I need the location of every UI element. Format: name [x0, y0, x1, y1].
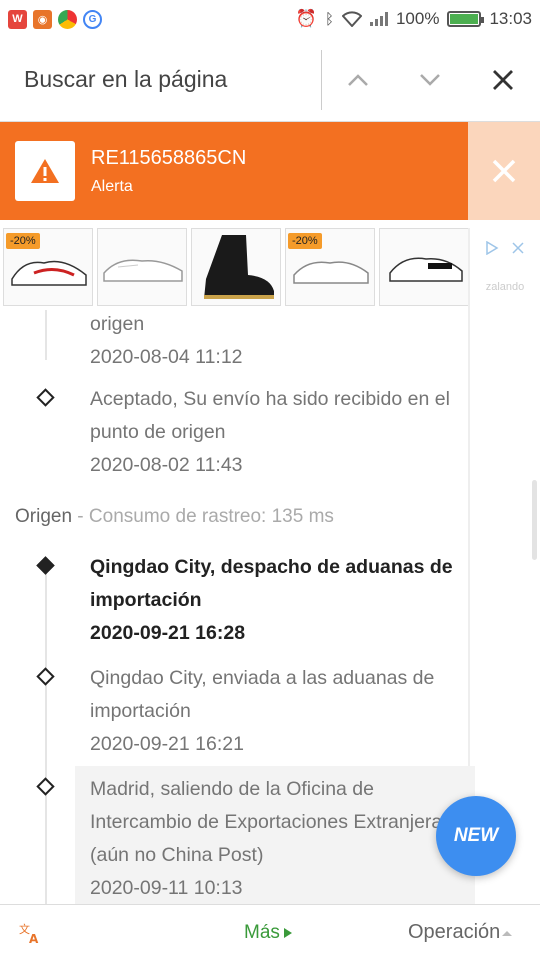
wifi-icon — [341, 11, 362, 27]
status-indicators: ⏰ ᛒ 100% 13:03 — [296, 9, 532, 29]
ad-product-4[interactable]: -20% — [285, 228, 375, 306]
alert-icon-box — [15, 141, 75, 201]
section-name: Origen — [15, 506, 73, 527]
section-header: Origen - Consumo de rastreo: 135 ms — [15, 506, 334, 528]
chrome-icon — [58, 9, 77, 29]
play-arrow-icon — [283, 927, 292, 938]
warning-icon — [31, 159, 59, 183]
ad-product-2[interactable] — [97, 228, 187, 306]
timeline-dot — [36, 777, 55, 796]
svg-text:A: A — [29, 932, 39, 944]
event-description: origen — [90, 313, 145, 335]
event-time: 2020-09-21 16:28 — [90, 622, 246, 644]
ad-product-5[interactable] — [379, 228, 469, 306]
bottom-toolbar: 文A Más Operación — [0, 904, 540, 960]
timeline-event-current: Qingdao City, despacho de aduanas de imp… — [90, 551, 475, 650]
event-time: 2020-09-11 10:13 — [90, 877, 243, 899]
chevron-up-icon — [348, 73, 368, 86]
new-badge-button[interactable]: NEW — [436, 796, 516, 876]
timeline-line — [45, 572, 47, 904]
orange-app-icon: ◉ — [33, 9, 52, 29]
sneaker-image — [103, 259, 183, 282]
bluetooth-icon: ᛒ — [324, 10, 334, 28]
more-button[interactable]: Más — [244, 922, 292, 944]
timeline-line — [45, 310, 47, 360]
event-description: Madrid, saliendo de la Oficina de Interc… — [90, 778, 453, 866]
timeline-event: origen 2020-08-04 11:12 — [90, 310, 475, 374]
close-icon — [492, 159, 516, 183]
chevron-down-icon — [420, 73, 440, 86]
boot-image — [204, 235, 274, 299]
battery-percent: 100% — [395, 9, 440, 28]
ad-brand: zalando — [485, 281, 525, 293]
discount-badge: -20% — [288, 233, 322, 249]
ad-choices-icon — [486, 241, 524, 255]
alert-text: RE115658865CN Alerta — [91, 147, 246, 196]
timeline-event-highlighted[interactable]: Madrid, saliendo de la Oficina de Interc… — [75, 766, 475, 904]
google-icon: G — [83, 9, 102, 29]
find-in-page-bar: Buscar en la página — [0, 38, 540, 122]
find-close-button[interactable] — [466, 50, 540, 110]
find-input[interactable]: Buscar en la página — [0, 49, 322, 110]
event-description: Qingdao City, despacho de aduanas de imp… — [90, 556, 453, 611]
ad-product-1[interactable]: -20% — [3, 228, 93, 306]
event-time: 2020-08-02 11:43 — [90, 454, 243, 476]
wps-icon: W — [8, 9, 27, 29]
find-next-button[interactable] — [394, 50, 466, 110]
more-label: Más — [244, 921, 280, 943]
timeline-event: Aceptado, Su envío ha sido recibido en e… — [90, 383, 475, 482]
scrollbar-thumb[interactable] — [532, 480, 537, 560]
timeline-dot-current — [36, 556, 55, 575]
event-time: 2020-08-04 11:12 — [90, 346, 243, 368]
ad-product-3[interactable] — [191, 228, 281, 306]
tracking-number: RE115658865CN — [91, 146, 247, 169]
ad-banner[interactable]: -20% -20% zalando — [0, 228, 540, 310]
alert-dismiss-button[interactable] — [468, 122, 540, 220]
find-previous-button[interactable] — [322, 50, 394, 110]
notification-icons: W ◉ G — [8, 9, 102, 29]
section-meta: - Consumo de rastreo: 135 ms — [72, 506, 334, 527]
translate-icon: 文A — [19, 922, 39, 944]
event-description: Aceptado, Su envío ha sido recibido en e… — [90, 388, 450, 443]
caret-up-icon — [502, 930, 513, 936]
translate-button[interactable]: 文A — [0, 922, 60, 944]
sneaker-image — [389, 257, 463, 282]
operations-label: Operación — [408, 921, 501, 943]
signal-icon — [369, 12, 388, 26]
battery-icon — [447, 11, 485, 27]
tracking-timeline: origen 2020-08-04 11:12 Aceptado, Su env… — [0, 310, 540, 904]
event-description: Qingdao City, enviada a las aduanas de i… — [90, 667, 435, 722]
operations-button[interactable]: Operación — [408, 921, 513, 944]
alarm-icon: ⏰ — [295, 9, 317, 28]
event-time: 2020-09-21 16:21 — [90, 733, 244, 755]
clock: 13:03 — [489, 9, 532, 28]
status-bar: W ◉ G ⏰ ᛒ 100% 13:03 — [0, 0, 540, 38]
alert-banner[interactable]: RE115658865CN Alerta — [0, 122, 468, 220]
discount-badge: -20% — [6, 233, 40, 249]
timeline-dot — [36, 388, 55, 407]
close-icon — [493, 69, 513, 90]
alert-label: Alerta — [91, 177, 133, 195]
timeline-dot — [36, 667, 55, 686]
ad-choices[interactable]: zalando — [470, 228, 540, 306]
timeline-event: Qingdao City, enviada a las aduanas de i… — [90, 662, 475, 761]
